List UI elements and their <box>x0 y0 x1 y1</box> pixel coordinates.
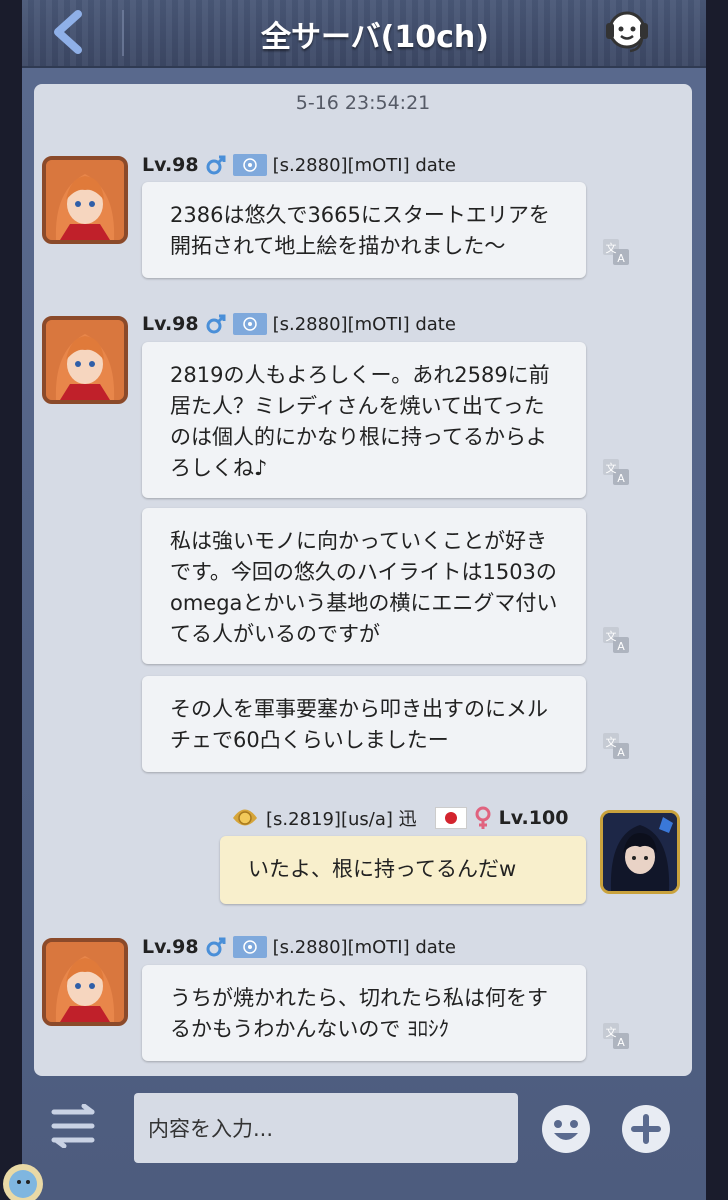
svg-text:A: A <box>617 640 625 653</box>
message-line: です。今回の悠久のハイライトは1503の <box>170 560 557 584</box>
message-bubble[interactable]: うちが焼かれたら、切れたら私は何をす るかもうわかんないので ﾖﾛｼｸ <box>142 965 586 1061</box>
japan-flag-icon <box>434 807 467 829</box>
sender-meta: Lv.98 [s.2880][mOTI] date <box>142 311 456 337</box>
sender-name[interactable]: [s.2880][mOTI] date <box>273 155 456 176</box>
svg-text:A: A <box>617 746 625 759</box>
translate-icon: 文A <box>603 627 629 653</box>
translate-icon: 文A <box>603 733 629 759</box>
svg-text:A: A <box>617 252 625 265</box>
headset-icon <box>606 11 648 53</box>
message-bubble[interactable]: 2819の人もよろしくー。あれ2589に前 居た人？ミレディさんを焼いて出てった… <box>142 342 586 498</box>
rank-medal-icon <box>233 809 257 826</box>
sender-name[interactable]: [s.2819][us/a] 迅 <box>266 805 417 831</box>
smiley-icon <box>542 1105 590 1153</box>
translate-button[interactable]: 文A <box>602 238 630 266</box>
sender-meta: [s.2819][us/a] 迅 Lv.100 <box>230 805 568 831</box>
translate-button[interactable]: 文A <box>602 732 630 760</box>
message-line: omegaとかいう基地の横にエニグマ付い <box>170 591 558 615</box>
message-line: うちが焼かれたら、切れたら私は何をす <box>170 986 548 1010</box>
level-label: Lv.98 <box>142 313 199 335</box>
character-portrait-icon <box>603 813 677 891</box>
svg-text:文: 文 <box>606 241 617 255</box>
female-icon <box>475 806 491 829</box>
message-bubble[interactable]: 私は強いモノに向かっていくことが好き です。今回の悠久のハイライトは1503の … <box>142 508 586 664</box>
chevron-left-icon <box>54 10 82 54</box>
character-portrait-icon <box>46 320 124 400</box>
svg-text:文: 文 <box>606 735 617 749</box>
channel-switch-button[interactable] <box>48 1103 100 1149</box>
add-button[interactable] <box>620 1103 672 1155</box>
message-line: 私は強いモノに向かっていくことが好き <box>170 529 547 553</box>
plus-icon <box>622 1105 670 1153</box>
level-label: Lv.98 <box>142 154 199 176</box>
message-line: のは個人的にかなり根に持ってるからよ <box>170 425 547 449</box>
message-line: 開拓されて地上絵を描かれました〜 <box>170 234 506 258</box>
sender-meta: Lv.98 [s.2880][mOTI] date <box>142 152 456 178</box>
avatar[interactable] <box>42 316 128 404</box>
svg-text:A: A <box>617 472 625 485</box>
un-flag-icon <box>232 154 267 176</box>
input-bar: 内容を入力... <box>22 1080 706 1200</box>
svg-text:A: A <box>617 1036 625 1049</box>
male-icon <box>206 155 226 175</box>
svg-text:文: 文 <box>606 1025 617 1039</box>
message-line: チェで60凸くらいしましたー <box>170 728 449 752</box>
character-portrait-icon <box>46 160 124 240</box>
translate-button[interactable]: 文A <box>602 458 630 486</box>
chat-input[interactable]: 内容を入力... <box>134 1093 518 1163</box>
un-flag-icon <box>232 936 267 958</box>
translate-icon: 文A <box>603 1023 629 1049</box>
chat-panel[interactable]: 5-16 23:54:21 Lv.98 [s.2880][mOTI] date … <box>34 84 692 1076</box>
message-line: 2819の人もよろしくー。あれ2589に前 <box>170 363 550 387</box>
character-portrait-icon <box>46 942 124 1022</box>
translate-icon: 文A <box>603 459 629 485</box>
emoji-button[interactable] <box>540 1103 592 1155</box>
floating-character-icon[interactable] <box>0 1154 46 1200</box>
support-button[interactable] <box>596 6 658 58</box>
message-line: いたよ、根に持ってるんだw <box>248 857 517 881</box>
message-line: 居た人？ミレディさんを焼いて出てった <box>170 394 545 418</box>
message-line: るかもうわかんないので ﾖﾛｼｸ <box>170 1017 450 1041</box>
channel-title: 全サーバ(10ch) <box>260 20 489 55</box>
message-line: ろしくね♪ <box>170 456 268 480</box>
message-timestamp: 5-16 23:54:21 <box>295 92 431 114</box>
sender-meta: Lv.98 [s.2880][mOTI] date <box>142 934 456 960</box>
avatar-self[interactable] <box>600 810 680 894</box>
message-bubble[interactable]: 2386は悠久で3665にスタートエリアを 開拓されて地上絵を描かれました〜 <box>142 182 586 278</box>
level-label: Lv.100 <box>498 807 569 829</box>
translate-button[interactable]: 文A <box>602 1022 630 1050</box>
message-line: その人を軍事要塞から叩き出すのにメル <box>170 697 548 721</box>
level-label: Lv.98 <box>142 936 199 958</box>
translate-icon: 文A <box>603 239 629 265</box>
sender-name[interactable]: [s.2880][mOTI] date <box>273 937 456 958</box>
sender-name[interactable]: [s.2880][mOTI] date <box>273 314 456 335</box>
male-icon <box>206 314 226 334</box>
svg-text:文: 文 <box>606 461 617 475</box>
message-bubble-self[interactable]: いたよ、根に持ってるんだw <box>220 836 586 904</box>
male-icon <box>206 937 226 957</box>
message-line: てる人がいるのですが <box>170 622 380 646</box>
back-button[interactable] <box>38 6 98 58</box>
avatar[interactable] <box>42 156 128 244</box>
svg-text:文: 文 <box>606 629 617 643</box>
message-line: 2386は悠久で3665にスタートエリアを <box>170 203 550 227</box>
header-divider <box>122 10 124 56</box>
translate-button[interactable]: 文A <box>602 626 630 654</box>
avatar[interactable] <box>42 938 128 1026</box>
message-bubble[interactable]: その人を軍事要塞から叩き出すのにメル チェで60凸くらいしましたー <box>142 676 586 772</box>
un-flag-icon <box>232 313 267 335</box>
swap-list-icon <box>51 1103 95 1149</box>
